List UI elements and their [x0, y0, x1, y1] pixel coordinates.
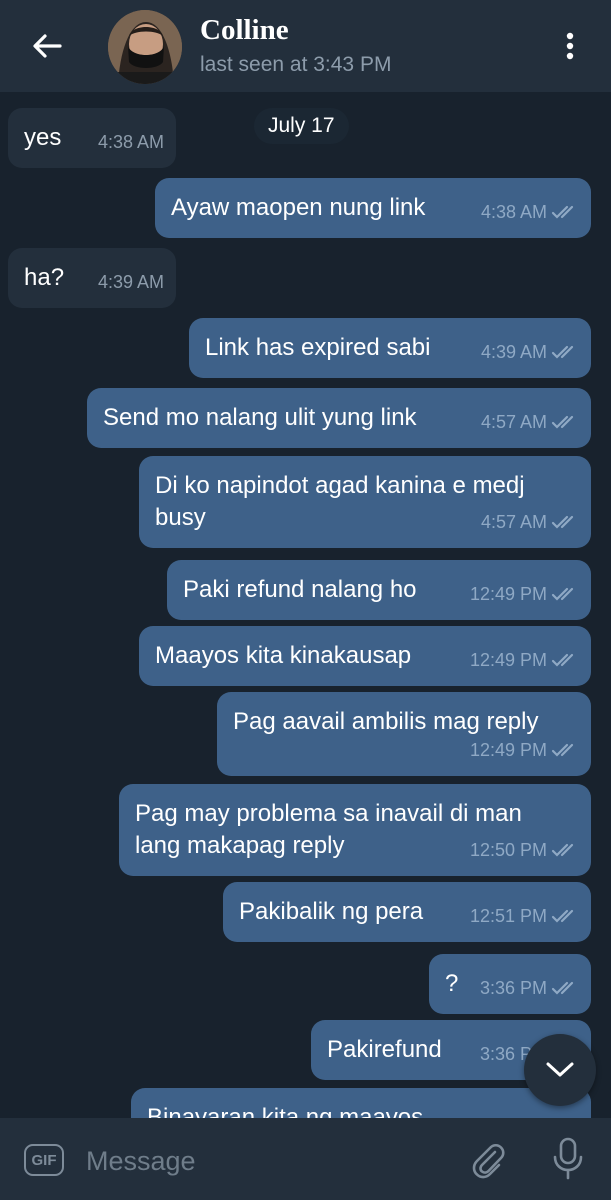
message-time: 3:36 PM — [479, 978, 547, 998]
message-time: 4:39 AM — [97, 272, 164, 292]
message-text: ha? — [24, 264, 65, 291]
message-meta: 12:50 PM — [470, 834, 579, 866]
attach-button[interactable] — [468, 1140, 508, 1180]
message-meta: 12:49 PM — [470, 734, 579, 766]
microphone-button[interactable] — [548, 1136, 588, 1182]
message-text: Pakibalik ng pera — [239, 898, 424, 925]
message-composer: GIF — [0, 1118, 611, 1200]
outgoing-message[interactable]: Maayos kita kinakausap 12:49 PM — [139, 626, 591, 686]
outgoing-message[interactable]: Binayaran kita ng maayos — [131, 1088, 591, 1118]
double-check-icon — [551, 653, 574, 667]
message-meta: 12:49 PM — [470, 578, 579, 610]
message-meta: 4:39 AM — [98, 266, 164, 298]
outgoing-message[interactable]: Pag may problema sa inavail di man lang … — [119, 784, 591, 876]
message-time: 4:38 AM — [97, 132, 164, 152]
microphone-icon — [553, 1137, 583, 1180]
message-meta: 3:36 PM — [480, 972, 579, 1004]
double-check-icon — [551, 909, 574, 923]
double-check-icon — [551, 843, 574, 857]
message-input[interactable] — [84, 1138, 448, 1184]
avatar-image — [108, 10, 182, 84]
message-meta: 12:49 PM — [470, 644, 579, 676]
double-check-icon — [551, 345, 574, 359]
message-text: Link has expired sabi — [205, 334, 431, 361]
outgoing-message[interactable]: Pag aavail ambilis mag reply 12:49 PM — [217, 692, 591, 776]
date-separator: July 17 — [254, 108, 349, 144]
message-time: 4:57 AM — [480, 412, 547, 432]
incoming-message[interactable]: yes 4:38 AM — [8, 108, 176, 168]
chevron-down-icon — [546, 1062, 574, 1077]
message-time: 12:49 PM — [469, 584, 547, 604]
outgoing-message[interactable]: Send mo nalang ulit yung link 4:57 AM — [87, 388, 591, 448]
more-vertical-icon — [566, 32, 574, 60]
message-text: ? — [445, 970, 459, 997]
message-time: 12:49 PM — [469, 650, 547, 670]
message-text: Pakirefund — [327, 1036, 442, 1063]
outgoing-message[interactable]: ? 3:36 PM — [429, 954, 591, 1014]
double-check-icon — [551, 205, 574, 219]
message-meta: 4:39 AM — [481, 336, 579, 368]
arrow-left-icon — [33, 34, 62, 58]
message-text: Send mo nalang ulit yung link — [103, 404, 417, 431]
contact-name[interactable]: Colline — [200, 14, 289, 47]
back-button[interactable] — [20, 24, 74, 68]
last-seen-status: last seen at 3:43 PM — [200, 53, 392, 76]
message-time: 4:57 AM — [480, 512, 547, 532]
message-text: yes — [24, 124, 62, 151]
message-text: Maayos kita kinakausap — [155, 642, 412, 669]
more-options-button[interactable] — [550, 26, 590, 66]
scroll-to-bottom-button[interactable] — [524, 1034, 596, 1106]
double-check-icon — [551, 587, 574, 601]
outgoing-message[interactable]: Di ko napindot agad kanina e medj busy 4… — [139, 456, 591, 548]
message-text: Pag may problema sa inavail di man lang … — [135, 800, 522, 859]
outgoing-message[interactable]: Paki refund nalang ho 12:49 PM — [167, 560, 591, 620]
contact-avatar[interactable] — [108, 10, 182, 84]
outgoing-message[interactable]: Ayaw maopen nung link 4:38 AM — [155, 178, 591, 238]
message-time: 12:50 PM — [469, 840, 547, 860]
message-text: Binayaran kita ng maayos — [147, 1104, 424, 1118]
outgoing-message[interactable]: Link has expired sabi 4:39 AM — [189, 318, 591, 378]
message-text: Paki refund nalang ho — [183, 576, 417, 603]
message-list[interactable]: July 17 yes 4:38 AM Ayaw maopen nung lin… — [0, 92, 611, 1118]
gif-button[interactable]: GIF — [24, 1144, 64, 1176]
message-text: Di ko napindot agad kanina e medj busy — [155, 472, 525, 531]
double-check-icon — [551, 981, 574, 995]
paperclip-icon — [472, 1143, 505, 1179]
message-time: 12:49 PM — [469, 740, 547, 760]
message-time: 4:39 AM — [480, 342, 547, 362]
message-meta: 4:38 AM — [481, 196, 579, 228]
double-check-icon — [551, 743, 574, 757]
double-check-icon — [551, 415, 574, 429]
chat-header: Colline last seen at 3:43 PM — [0, 0, 611, 92]
message-meta: 4:38 AM — [98, 126, 164, 158]
double-check-icon — [551, 515, 574, 529]
message-text: Ayaw maopen nung link — [171, 194, 426, 221]
message-meta: 12:51 PM — [470, 900, 579, 932]
message-meta: 4:57 AM — [481, 406, 579, 438]
message-time: 12:51 PM — [469, 906, 547, 926]
message-time: 4:38 AM — [480, 202, 547, 222]
outgoing-message[interactable]: Pakibalik ng pera 12:51 PM — [223, 882, 591, 942]
incoming-message[interactable]: ha? 4:39 AM — [8, 248, 176, 308]
message-meta: 4:57 AM — [481, 506, 579, 538]
